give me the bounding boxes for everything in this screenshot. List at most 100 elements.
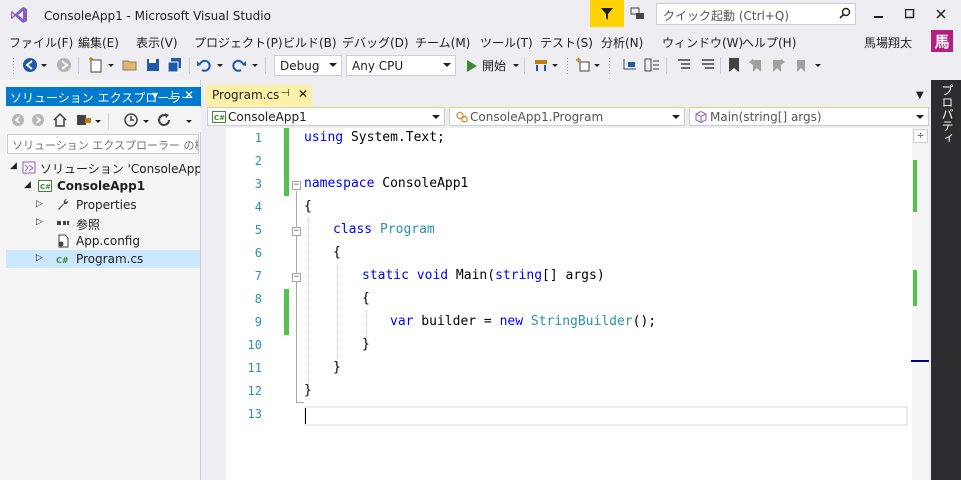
close-icon[interactable]: ✕ xyxy=(184,88,194,102)
previous-bookmark-folder-button[interactable] xyxy=(792,57,808,73)
switch-views-icon xyxy=(77,115,91,125)
tree-item-label: Properties xyxy=(76,198,137,212)
back-dropdown-arrow[interactable] xyxy=(41,64,47,67)
close-tab-icon[interactable]: ✕ xyxy=(298,87,308,101)
pin-icon[interactable]: ⊥ xyxy=(167,88,177,102)
tree-item-app-config[interactable]: App.config xyxy=(6,232,200,250)
save-button[interactable] xyxy=(145,57,161,73)
menu-team[interactable]: チーム(M) xyxy=(415,34,470,51)
code-line-4: { xyxy=(304,199,312,214)
expand-arrow-icon[interactable]: ▷ xyxy=(36,253,46,265)
add-item-dropdown-arrow[interactable] xyxy=(594,64,600,67)
comment-out-button[interactable] xyxy=(676,57,692,73)
feedback-button[interactable] xyxy=(626,4,650,24)
redo-dropdown-arrow[interactable] xyxy=(252,64,258,67)
se-toolbar-overflow-arrow[interactable] xyxy=(186,120,192,123)
menu-file[interactable]: ファイル(F) xyxy=(9,34,73,51)
new-project-button[interactable] xyxy=(88,57,104,73)
toolbar-grip[interactable] xyxy=(608,57,611,74)
search-placeholder: ソリューション エクスプローラー の検 xyxy=(12,139,199,152)
refresh-button[interactable] xyxy=(156,112,172,128)
add-item-button[interactable] xyxy=(575,57,591,73)
tree-item-label: ConsoleApp1 xyxy=(57,179,146,193)
uncomment-button[interactable] xyxy=(700,57,716,73)
solution-explorer-search-input[interactable]: ソリューション エクスプローラー の検 xyxy=(7,134,199,154)
tree-item-program-cs[interactable]: ▷ C# Program.cs xyxy=(6,250,200,268)
back-arrow-icon xyxy=(12,114,24,126)
outline-line xyxy=(296,191,297,403)
properties-panel-tab[interactable]: プロパティ xyxy=(936,84,956,144)
menu-project[interactable]: プロジェクト(P) xyxy=(194,34,283,51)
browser-link-dropdown-arrow[interactable] xyxy=(552,64,558,67)
member-navigation-select[interactable]: Main(string[] args) xyxy=(689,107,929,126)
menu-tools[interactable]: ツール(T) xyxy=(480,34,533,51)
back-button[interactable] xyxy=(22,57,38,73)
line-number: 7 xyxy=(254,269,262,283)
notifications-button[interactable] xyxy=(590,0,624,27)
tab-program-cs[interactable]: Program.cs ⊣ ✕ xyxy=(206,85,312,106)
se-forward-button[interactable] xyxy=(30,112,46,128)
type-navigation-select[interactable]: ConsoleApp1.Program xyxy=(449,107,685,126)
redo-button[interactable] xyxy=(231,57,247,73)
solution-configuration-select[interactable]: Debug xyxy=(274,55,342,76)
project-navigation-select[interactable]: C# ConsoleApp1 xyxy=(207,107,445,126)
se-back-button[interactable] xyxy=(10,112,26,128)
menu-view[interactable]: 表示(V) xyxy=(136,34,178,51)
menu-debug[interactable]: デバッグ(D) xyxy=(342,34,409,51)
pending-changes-filter-button[interactable] xyxy=(123,112,139,128)
tree-item-references[interactable]: ▷ 参照 xyxy=(6,214,200,232)
split-window-button[interactable]: ÷ xyxy=(913,129,928,143)
tab-overflow-dropdown-icon[interactable]: ▼ xyxy=(916,90,924,101)
solution-platform-select[interactable]: Any CPU xyxy=(346,55,456,76)
forward-button[interactable] xyxy=(56,57,72,73)
menu-analyze[interactable]: 分析(N) xyxy=(601,34,643,51)
pin-tab-icon[interactable]: ⊣ xyxy=(281,88,290,99)
toolbar-grip[interactable] xyxy=(12,57,15,74)
avatar[interactable]: 馬 xyxy=(931,30,953,52)
open-file-button[interactable] xyxy=(122,57,138,73)
close-window-button[interactable] xyxy=(926,4,956,24)
collapse-region-icon[interactable]: − xyxy=(292,227,301,236)
undo-button[interactable] xyxy=(196,57,212,73)
collapse-region-icon[interactable]: − xyxy=(292,181,301,190)
switch-views-button[interactable] xyxy=(76,112,92,128)
maximize-button[interactable] xyxy=(895,4,925,24)
new-dropdown-arrow[interactable] xyxy=(108,64,114,67)
tree-item-project[interactable]: ◢ C# ConsoleApp1 xyxy=(6,177,200,195)
open-folder-icon xyxy=(122,60,137,71)
menu-edit[interactable]: 編集(E) xyxy=(78,34,119,51)
toolbar-overflow-arrow[interactable] xyxy=(815,64,821,67)
collapse-arrow-icon[interactable]: ◢ xyxy=(24,180,34,192)
filter-dropdown-arrow[interactable] xyxy=(143,120,149,123)
start-dropdown-arrow[interactable] xyxy=(513,64,519,67)
toolbar-grip[interactable] xyxy=(566,57,569,74)
switch-views-dropdown-arrow[interactable] xyxy=(95,120,101,123)
collapse-arrow-icon[interactable]: ◢ xyxy=(10,161,20,173)
tree-item-properties[interactable]: ▷ Properties xyxy=(6,196,200,214)
window-position-dropdown-icon[interactable]: ▾ xyxy=(152,88,158,102)
tree-item-solution[interactable]: ◢ ソリューション 'ConsoleApp1' (1 プ xyxy=(6,158,200,176)
tree-item-label: 参照 xyxy=(76,218,101,232)
solution-explorer-header[interactable]: ソリューション エクスプローラー ▾ ⊥ ✕ xyxy=(6,87,201,106)
previous-bookmark-button[interactable] xyxy=(748,57,764,73)
quick-launch-input[interactable]: クイック起動 (Ctrl+Q) xyxy=(656,3,856,25)
expand-arrow-icon[interactable]: ▷ xyxy=(36,199,46,211)
object-browser-button[interactable] xyxy=(644,57,660,73)
menu-window[interactable]: ウィンドウ(W) xyxy=(662,34,743,51)
browser-link-button[interactable] xyxy=(533,57,549,73)
toggle-bookmark-button[interactable] xyxy=(726,57,742,73)
user-name[interactable]: 馬場翔太 xyxy=(864,34,912,51)
undo-dropdown-arrow[interactable] xyxy=(217,64,223,67)
next-bookmark-button[interactable] xyxy=(770,57,786,73)
collapse-region-icon[interactable]: − xyxy=(292,273,301,282)
minimize-button[interactable] xyxy=(864,4,894,24)
home-button[interactable] xyxy=(52,112,68,128)
menu-build[interactable]: ビルド(B) xyxy=(283,34,337,51)
save-all-button[interactable] xyxy=(167,57,183,73)
line-number: 12 xyxy=(247,384,262,398)
class-view-button[interactable] xyxy=(622,57,638,73)
start-debugging-button[interactable]: 開始 xyxy=(466,57,506,74)
menu-test[interactable]: テスト(S) xyxy=(540,34,593,51)
expand-arrow-icon[interactable]: ▷ xyxy=(36,217,46,229)
menu-help[interactable]: ヘルプ(H) xyxy=(742,34,796,51)
